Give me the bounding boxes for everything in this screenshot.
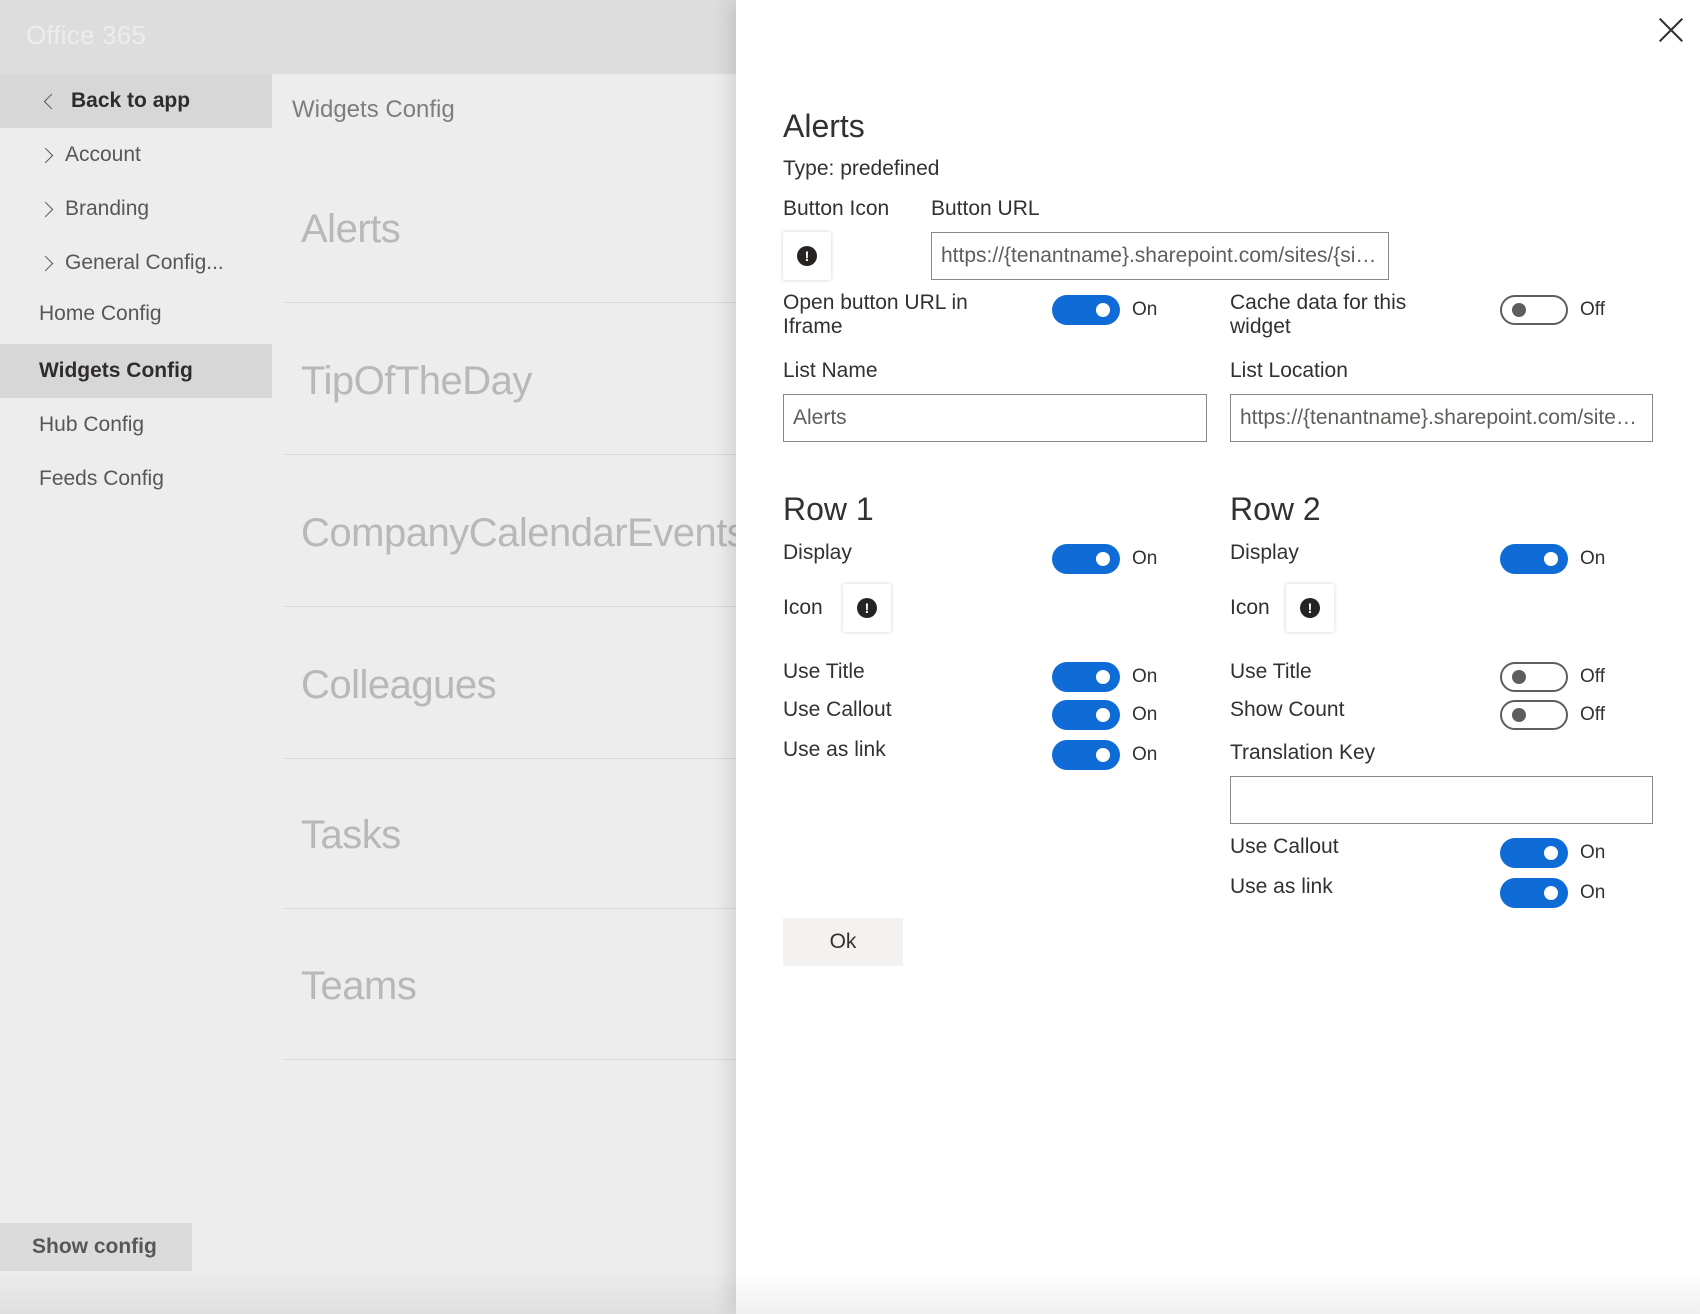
toggle-thumb xyxy=(1512,708,1526,722)
toggle-state: On xyxy=(1132,666,1158,687)
row2-show-count-label: Show Count xyxy=(1230,698,1345,721)
list-name-input[interactable]: Alerts xyxy=(783,394,1207,442)
row1-display-toggle[interactable]: On xyxy=(1052,544,1157,574)
toggle-track xyxy=(1052,700,1120,730)
toggle-thumb xyxy=(1512,303,1526,317)
row2-title: Row 2 xyxy=(1230,491,1321,527)
toggle-state: Off xyxy=(1580,704,1605,725)
row2-use-title-toggle[interactable]: Off xyxy=(1500,662,1605,692)
row2-use-title-label: Use Title xyxy=(1230,660,1312,683)
row2-show-count-toggle[interactable]: Off xyxy=(1500,700,1605,730)
list-location-label: List Location xyxy=(1230,359,1348,382)
toggle-state: On xyxy=(1580,842,1606,863)
toggle-track xyxy=(1500,295,1568,325)
toggle-thumb xyxy=(1544,552,1558,566)
toggle-state: On xyxy=(1132,744,1158,765)
bottom-shadow xyxy=(0,1270,1700,1314)
row1-icon-label: Icon xyxy=(783,596,823,619)
row1-use-as-link-toggle[interactable]: On xyxy=(1052,740,1157,770)
toggle-track xyxy=(1500,700,1568,730)
row1-use-callout-label: Use Callout xyxy=(783,698,892,721)
toggle-thumb xyxy=(1096,748,1110,762)
row2-use-as-link-toggle[interactable]: On xyxy=(1500,878,1605,908)
row2-use-as-link-label: Use as link xyxy=(1230,875,1333,898)
button-url-value: https://{tenantname}.sharepoint.com/site… xyxy=(941,244,1379,267)
toggle-track xyxy=(1052,295,1120,325)
toggle-thumb xyxy=(1096,670,1110,684)
toggle-track xyxy=(1052,740,1120,770)
toggle-state: Off xyxy=(1580,299,1605,320)
info-icon: ! xyxy=(797,246,817,266)
row2-icon-label: Icon xyxy=(1230,596,1270,619)
cache-data-toggle[interactable]: Off xyxy=(1500,295,1605,325)
row1-icon-picker[interactable]: ! xyxy=(843,584,891,632)
panel-title: Alerts xyxy=(783,108,865,144)
row2-translation-key-label: Translation Key xyxy=(1230,741,1376,764)
button-icon-label: Button Icon xyxy=(783,197,890,220)
widget-config-panel: Alerts Type: predefined Button Icon Butt… xyxy=(736,0,1700,1314)
toggle-track xyxy=(1500,662,1568,692)
close-icon[interactable] xyxy=(1658,17,1684,43)
row2-use-callout-toggle[interactable]: On xyxy=(1500,838,1605,868)
button-icon-picker[interactable]: ! xyxy=(783,232,831,280)
open-in-iframe-toggle[interactable]: On xyxy=(1052,295,1157,325)
toggle-track xyxy=(1500,838,1568,868)
row2-display-label: Display xyxy=(1230,541,1299,564)
row1-use-title-toggle[interactable]: On xyxy=(1052,662,1157,692)
list-location-value: https://{tenantname}.sharepoint.com/site… xyxy=(1240,406,1643,429)
info-icon: ! xyxy=(857,598,877,618)
cache-data-label: Cache data for this widget xyxy=(1230,291,1407,338)
list-name-label: List Name xyxy=(783,359,878,382)
info-icon: ! xyxy=(1300,598,1320,618)
open-in-iframe-label: Open button URL in Iframe xyxy=(783,291,968,338)
toggle-state: On xyxy=(1132,299,1158,320)
toggle-state: On xyxy=(1580,548,1606,569)
row2-translation-key-input[interactable] xyxy=(1230,776,1653,824)
row1-use-as-link-label: Use as link xyxy=(783,738,886,761)
row1-use-callout-toggle[interactable]: On xyxy=(1052,700,1157,730)
list-name-value: Alerts xyxy=(793,406,847,429)
toggle-state: On xyxy=(1132,548,1158,569)
toggle-thumb xyxy=(1544,886,1558,900)
row2-display-toggle[interactable]: On xyxy=(1500,544,1605,574)
toggle-track xyxy=(1500,544,1568,574)
toggle-state: Off xyxy=(1580,666,1605,687)
toggle-state: On xyxy=(1132,704,1158,725)
toggle-thumb xyxy=(1512,670,1526,684)
row2-icon-picker[interactable]: ! xyxy=(1286,584,1334,632)
overlay-dim xyxy=(0,0,736,1314)
toggle-track xyxy=(1052,662,1120,692)
row1-display-label: Display xyxy=(783,541,852,564)
row1-title: Row 1 xyxy=(783,491,874,527)
toggle-state: On xyxy=(1580,882,1606,903)
ok-button[interactable]: Ok xyxy=(783,918,903,966)
toggle-thumb xyxy=(1096,303,1110,317)
button-url-input[interactable]: https://{tenantname}.sharepoint.com/site… xyxy=(931,232,1389,280)
row2-use-callout-label: Use Callout xyxy=(1230,835,1339,858)
toggle-thumb xyxy=(1096,552,1110,566)
list-location-input[interactable]: https://{tenantname}.sharepoint.com/site… xyxy=(1230,394,1653,442)
toggle-thumb xyxy=(1544,846,1558,860)
row1-use-title-label: Use Title xyxy=(783,660,865,683)
toggle-track xyxy=(1500,878,1568,908)
toggle-track xyxy=(1052,544,1120,574)
widget-type: Type: predefined xyxy=(783,157,940,180)
button-url-label: Button URL xyxy=(931,197,1040,220)
toggle-thumb xyxy=(1096,708,1110,722)
